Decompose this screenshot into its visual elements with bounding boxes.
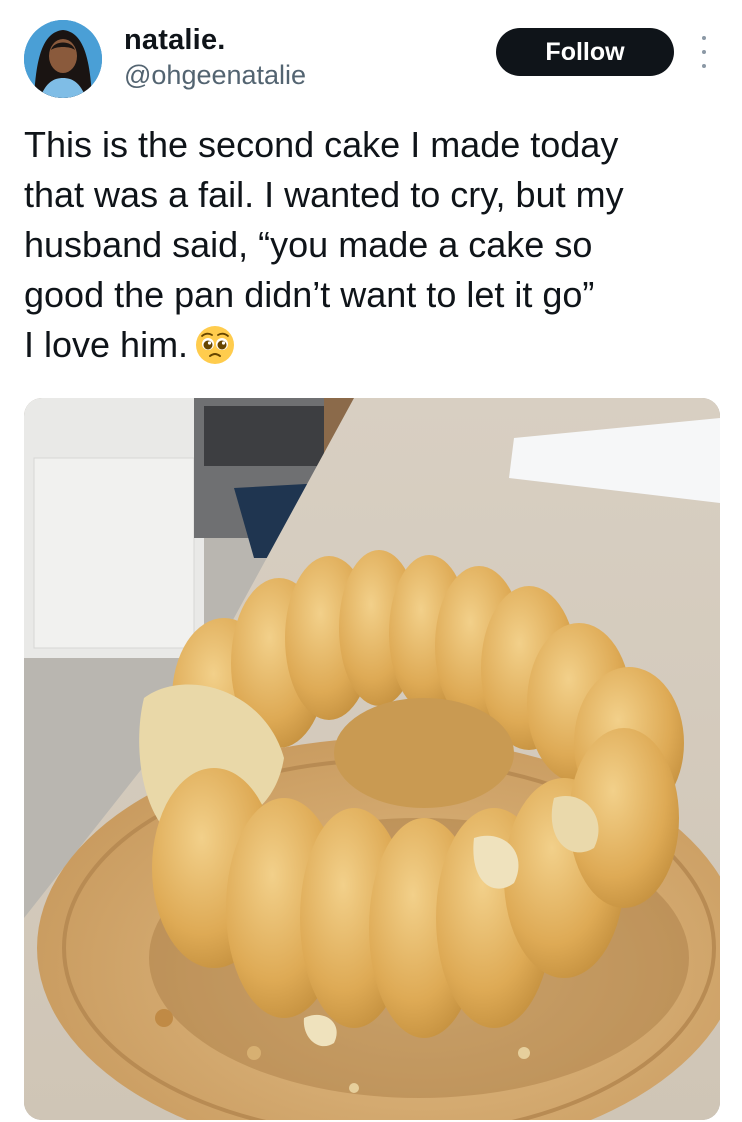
follow-button[interactable]: Follow <box>496 28 674 76</box>
cake-photo-image <box>24 398 720 1120</box>
tweet-text-line: I love him. <box>24 324 189 365</box>
tweet-text-line: good the pan didn’t want to let it go” <box>24 274 595 315</box>
tweet-text-line: husband said, “you made a cake so <box>24 224 593 265</box>
author-display-name[interactable]: natalie. <box>124 24 226 57</box>
tweet-photo[interactable] <box>24 398 720 1120</box>
tweet-text-line: that was a fail. I wanted to cry, but my <box>24 174 624 215</box>
tweet-text-line-last: I love him. <box>24 320 724 370</box>
author-handle[interactable]: @ohgeenatalie <box>124 60 306 91</box>
more-options-icon[interactable] <box>694 36 714 68</box>
avatar-image <box>24 20 102 98</box>
tweet-text-line: This is the second cake I made today <box>24 124 619 165</box>
pleading-face-emoji-icon <box>196 326 235 364</box>
tweet-text: This is the second cake I made today tha… <box>24 120 724 370</box>
avatar[interactable] <box>24 20 102 98</box>
